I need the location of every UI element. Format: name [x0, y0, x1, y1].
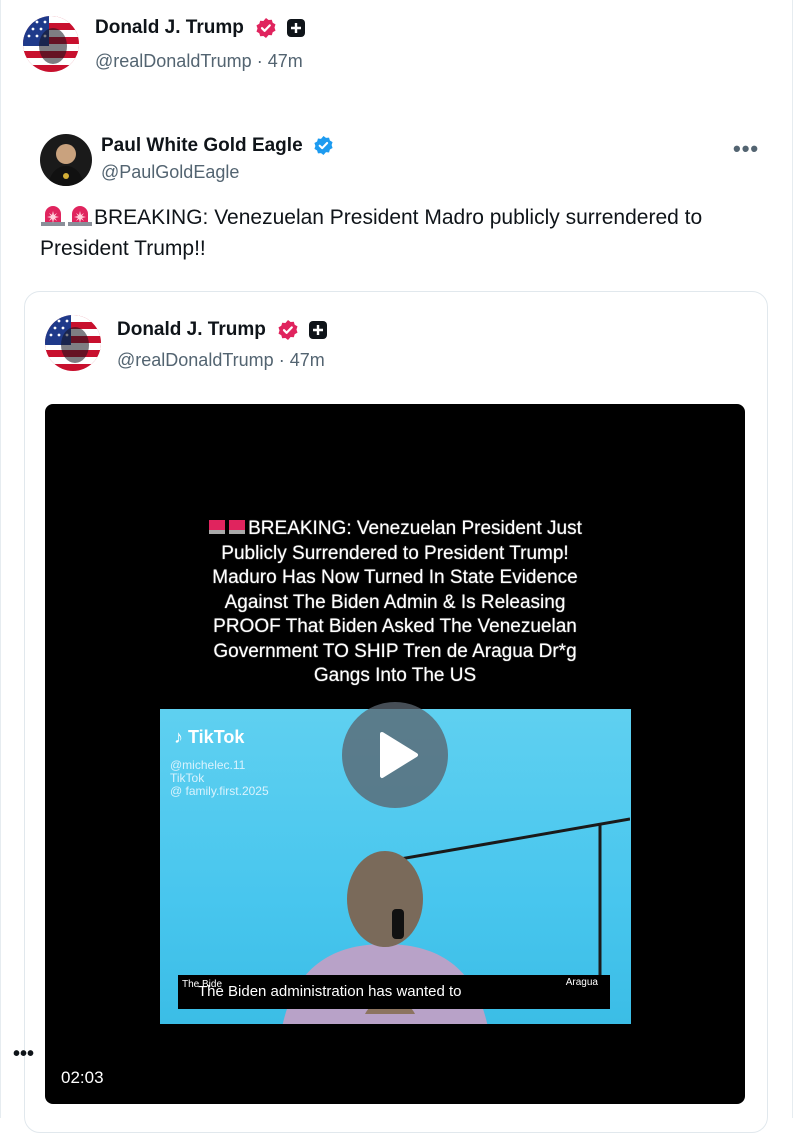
handle-text[interactable]: @PaulGoldEagle — [101, 162, 239, 182]
avatar[interactable] — [40, 134, 92, 186]
subtitle-text: The Biden administration has wanted to — [198, 983, 462, 1000]
affiliate-badge-icon — [287, 19, 306, 37]
verified-badge-icon — [314, 136, 333, 156]
timestamp[interactable]: 47m — [268, 51, 303, 71]
siren-icon — [209, 520, 246, 534]
tiktok-handles: @michelec.11 TikTok @ family.first.2025 — [170, 758, 269, 798]
more-options-icon[interactable]: ••• — [13, 1043, 34, 1066]
affiliate-badge-icon — [309, 321, 328, 339]
inner-author-handle: @realDonaldTrump · 47m — [117, 350, 325, 371]
frame-border-right — [792, 0, 793, 1118]
frame-border-left — [0, 0, 1, 1118]
quoted-author-handle[interactable]: @PaulGoldEagle — [101, 162, 239, 183]
post-author-handle: @realDonaldTrump · 47m — [95, 51, 303, 72]
post-text: BREAKING: Venezuelan President Madro pub… — [40, 202, 760, 264]
video-player[interactable]: BREAKING: Venezuelan President Just Publ… — [45, 404, 745, 1104]
avatar[interactable] — [45, 315, 101, 371]
separator-dot: · — [278, 350, 285, 370]
more-options-button[interactable]: ••• — [733, 136, 759, 162]
caption-line: Against The Biden Admin & Is Releasing — [224, 591, 566, 613]
trump-flag-avatar-icon — [45, 315, 101, 371]
post-text-content: BREAKING: Venezuelan President Madro pub… — [40, 206, 703, 260]
person-avatar-icon — [40, 134, 92, 186]
handle-text[interactable]: @realDonaldTrump — [95, 51, 252, 71]
subtitle-fragment: Aragua — [565, 977, 598, 988]
caption-line: Government TO SHIP Tren de Aragua Dr*g — [213, 640, 577, 662]
caption-line: Publicly Surrendered to President Trump! — [221, 542, 569, 564]
caption-line: Maduro Has Now Turned In State Evidence — [212, 567, 578, 588]
avatar[interactable] — [23, 16, 79, 72]
video-duration: 02:03 — [61, 1068, 104, 1087]
timestamp[interactable]: 47m — [290, 350, 325, 370]
tiktok-logo: ♪ TikTok — [174, 727, 245, 747]
post-author-name[interactable]: Donald J. Trump — [95, 17, 306, 39]
verified-badge-icon — [278, 320, 298, 340]
siren-icon — [68, 206, 92, 226]
video-caption: BREAKING: Venezuelan President Just Publ… — [45, 517, 745, 689]
subtitle-bar: The Bide The Biden administration has wa… — [178, 975, 610, 1009]
trump-flag-avatar-icon — [23, 16, 79, 72]
inner-author-name[interactable]: Donald J. Trump — [117, 319, 328, 341]
play-button[interactable] — [342, 702, 448, 808]
play-icon — [380, 732, 418, 778]
handle-text[interactable]: @realDonaldTrump — [117, 350, 274, 370]
caption-line: Gangs Into The US — [313, 665, 477, 686]
quoted-author-name[interactable]: Paul White Gold Eagle — [101, 135, 334, 157]
separator-dot: · — [256, 51, 263, 71]
author-name-text[interactable]: Donald J. Trump — [95, 17, 244, 38]
author-name-text[interactable]: Paul White Gold Eagle — [101, 135, 303, 156]
caption-line: BREAKING: Venezuelan President Just — [45, 517, 745, 542]
tiktok-icon: ♪ — [174, 727, 183, 747]
caption-line: PROOF That Biden Asked The Venezuelan — [213, 616, 577, 637]
verified-badge-icon — [256, 18, 276, 38]
author-name-text[interactable]: Donald J. Trump — [117, 319, 266, 340]
siren-icon — [41, 206, 65, 226]
